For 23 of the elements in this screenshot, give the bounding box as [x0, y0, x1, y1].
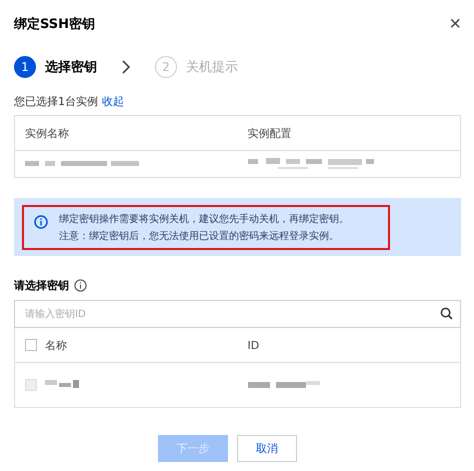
section-label: 请选择密钥: [14, 278, 69, 293]
step-label: 选择密钥: [45, 58, 97, 76]
column-header: ID: [246, 338, 260, 352]
close-button[interactable]: ×: [449, 14, 461, 34]
step-number: 1: [14, 56, 36, 78]
info-icon: [34, 214, 48, 228]
step-number: 2: [155, 56, 177, 78]
column-header: 实例配置: [246, 126, 292, 140]
selection-summary: 您已选择1台实例: [14, 94, 98, 109]
dialog-button[interactable]: 取消: [237, 435, 297, 462]
column-header: 名称: [45, 338, 67, 352]
column-header: 实例名称: [24, 126, 70, 140]
search-field[interactable]: 请输入密钥ID: [14, 300, 461, 328]
info-icon[interactable]: [74, 279, 87, 292]
blurred-text: [45, 380, 81, 390]
notice-text: 绑定密钥操作需要将实例关机，建议您先手动关机，再绑定密钥。: [59, 212, 349, 226]
checkbox[interactable]: [25, 339, 37, 351]
dialog-title: 绑定SSH密钥: [14, 16, 96, 33]
collapse-link[interactable]: 收起: [102, 94, 124, 109]
search-icon[interactable]: [440, 307, 453, 320]
chevron-right-icon: [121, 60, 131, 74]
step-label: 关机提示: [186, 59, 238, 76]
notice-text: 注意：绑定密钥后，您无法使用已设置的密码来远程登录实例。: [59, 230, 340, 242]
